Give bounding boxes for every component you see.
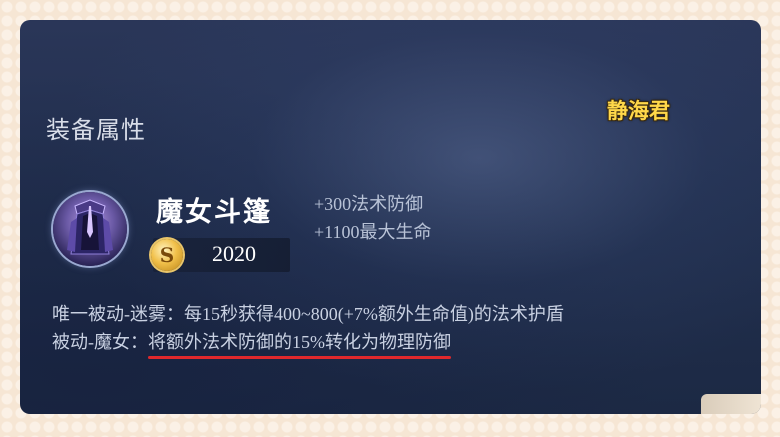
item-name: 魔女斗篷 xyxy=(156,197,272,228)
corner-ornament xyxy=(701,394,761,414)
watermark: 静海君 xyxy=(607,98,670,123)
passive-mist: 唯一被动-迷雾：每15秒获得400~800(+7%额外生命值)的法术护盾 xyxy=(52,304,564,324)
red-underline xyxy=(148,356,451,359)
stat-max-hp: +1100最大生命 xyxy=(314,222,432,242)
cloak-icon[interactable] xyxy=(53,192,127,266)
passive-witch-prefix: 被动-魔女： xyxy=(52,332,148,352)
highlight-text: 将额外法术防御的15%转化为物理防御 xyxy=(148,332,451,352)
section-title: 装备属性 xyxy=(46,116,146,144)
stat-magic-defense: +300法术防御 xyxy=(314,194,424,214)
passive-witch-highlight: 将额外法术防御的15%转化为物理防御 xyxy=(148,328,451,359)
gold-coin-icon: S xyxy=(151,239,183,271)
item-panel: 装备属性 静海君 魔女斗篷 S 2020 +300法术防御 +1100最大生命 … xyxy=(20,20,761,414)
item-price: 2020 xyxy=(212,241,256,266)
passive-descriptions: 唯一被动-迷雾：每15秒获得400~800(+7%额外生命值)的法术护盾 被动-… xyxy=(52,300,564,359)
item-stats: +300法术防御 +1100最大生命 xyxy=(314,190,431,246)
passive-witch: 被动-魔女：将额外法术防御的15%转化为物理防御 xyxy=(52,328,564,359)
